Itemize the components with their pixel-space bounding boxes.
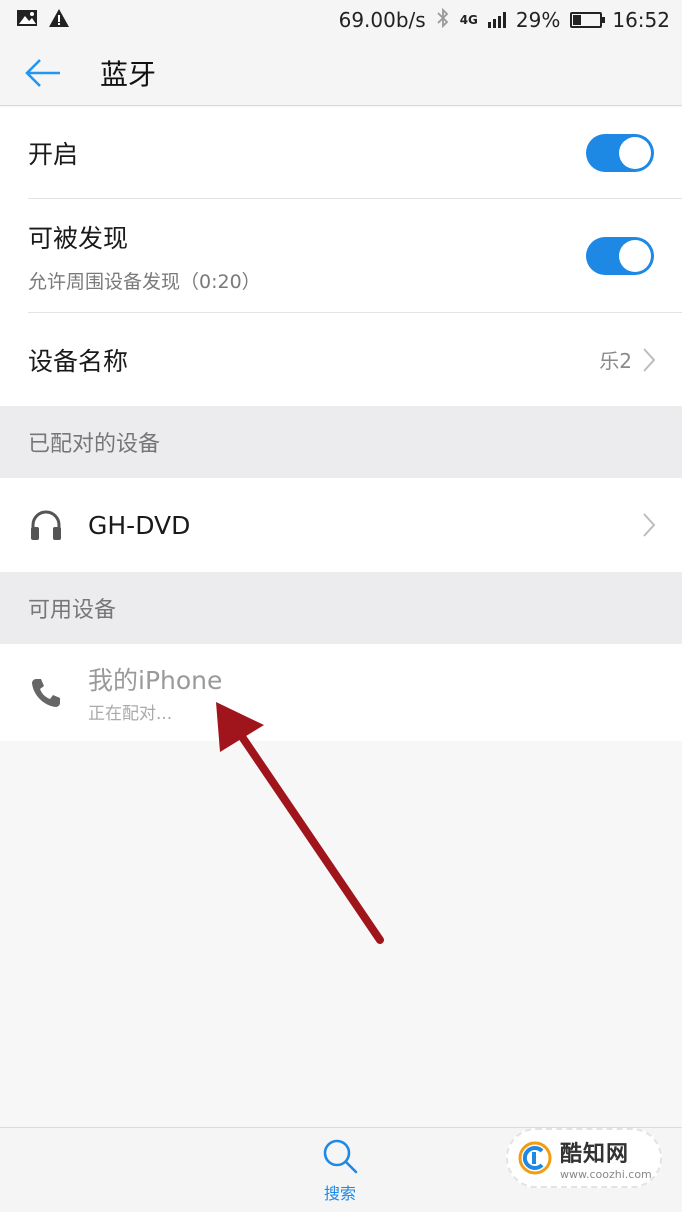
device-name-row[interactable]: 设备名称 乐2 <box>0 313 682 406</box>
network-speed: 69.00b/s <box>338 8 426 32</box>
discoverable-label: 可被发现 <box>28 223 129 253</box>
app-header: 蓝牙 <box>0 40 682 106</box>
device-name-value: 乐2 <box>599 349 632 373</box>
available-devices-header: 可用设备 <box>0 572 682 644</box>
status-bar: 69.00b/s 4G 29% 16:52 <box>0 0 682 40</box>
back-button[interactable] <box>8 40 78 106</box>
available-device-row[interactable]: 我的iPhone 正在配对... <box>0 644 682 741</box>
discoverable-row[interactable]: 可被发现 允许周围设备发现（0:20） <box>0 199 682 313</box>
paired-device-row[interactable]: GH-DVD <box>0 478 682 572</box>
image-icon <box>16 8 38 32</box>
chevron-right-icon <box>643 513 656 537</box>
pairing-status: 正在配对... <box>88 704 173 724</box>
available-device-name: 我的iPhone <box>88 666 223 695</box>
bluetooth-enable-row[interactable]: 开启 <box>0 107 682 199</box>
arrow-left-icon <box>25 58 60 87</box>
paired-device-name: GH-DVD <box>88 510 191 540</box>
enable-toggle[interactable] <box>586 134 654 172</box>
phone-icon <box>28 675 64 711</box>
watermark-url: www.coozhi.com <box>560 1167 652 1181</box>
coozhi-logo-icon <box>518 1141 552 1175</box>
chevron-right-icon <box>643 347 656 372</box>
watermark-title: 酷知网 <box>560 1141 630 1167</box>
search-icon <box>323 1139 358 1174</box>
battery-icon <box>570 12 606 28</box>
page-title: 蓝牙 <box>100 57 157 91</box>
search-button[interactable]: 搜索 <box>300 1136 380 1208</box>
discoverable-toggle[interactable] <box>586 237 654 275</box>
warning-icon <box>48 8 70 33</box>
discoverable-sublabel: 允许周围设备发现（0:20） <box>28 270 261 293</box>
network-type: 4G <box>459 13 478 27</box>
bluetooth-icon <box>436 7 450 33</box>
watermark: 酷知网 www.coozhi.com <box>506 1128 662 1188</box>
clock: 16:52 <box>612 8 670 32</box>
headphones-icon <box>28 507 64 543</box>
toggle-knob <box>619 137 651 169</box>
device-name-label: 设备名称 <box>28 346 129 376</box>
enable-label: 开启 <box>28 140 79 169</box>
battery-percent: 29% <box>515 8 561 32</box>
toggle-knob <box>619 240 651 272</box>
signal-icon <box>487 12 506 28</box>
search-label: 搜索 <box>323 1184 356 1203</box>
paired-devices-header: 已配对的设备 <box>0 406 682 478</box>
